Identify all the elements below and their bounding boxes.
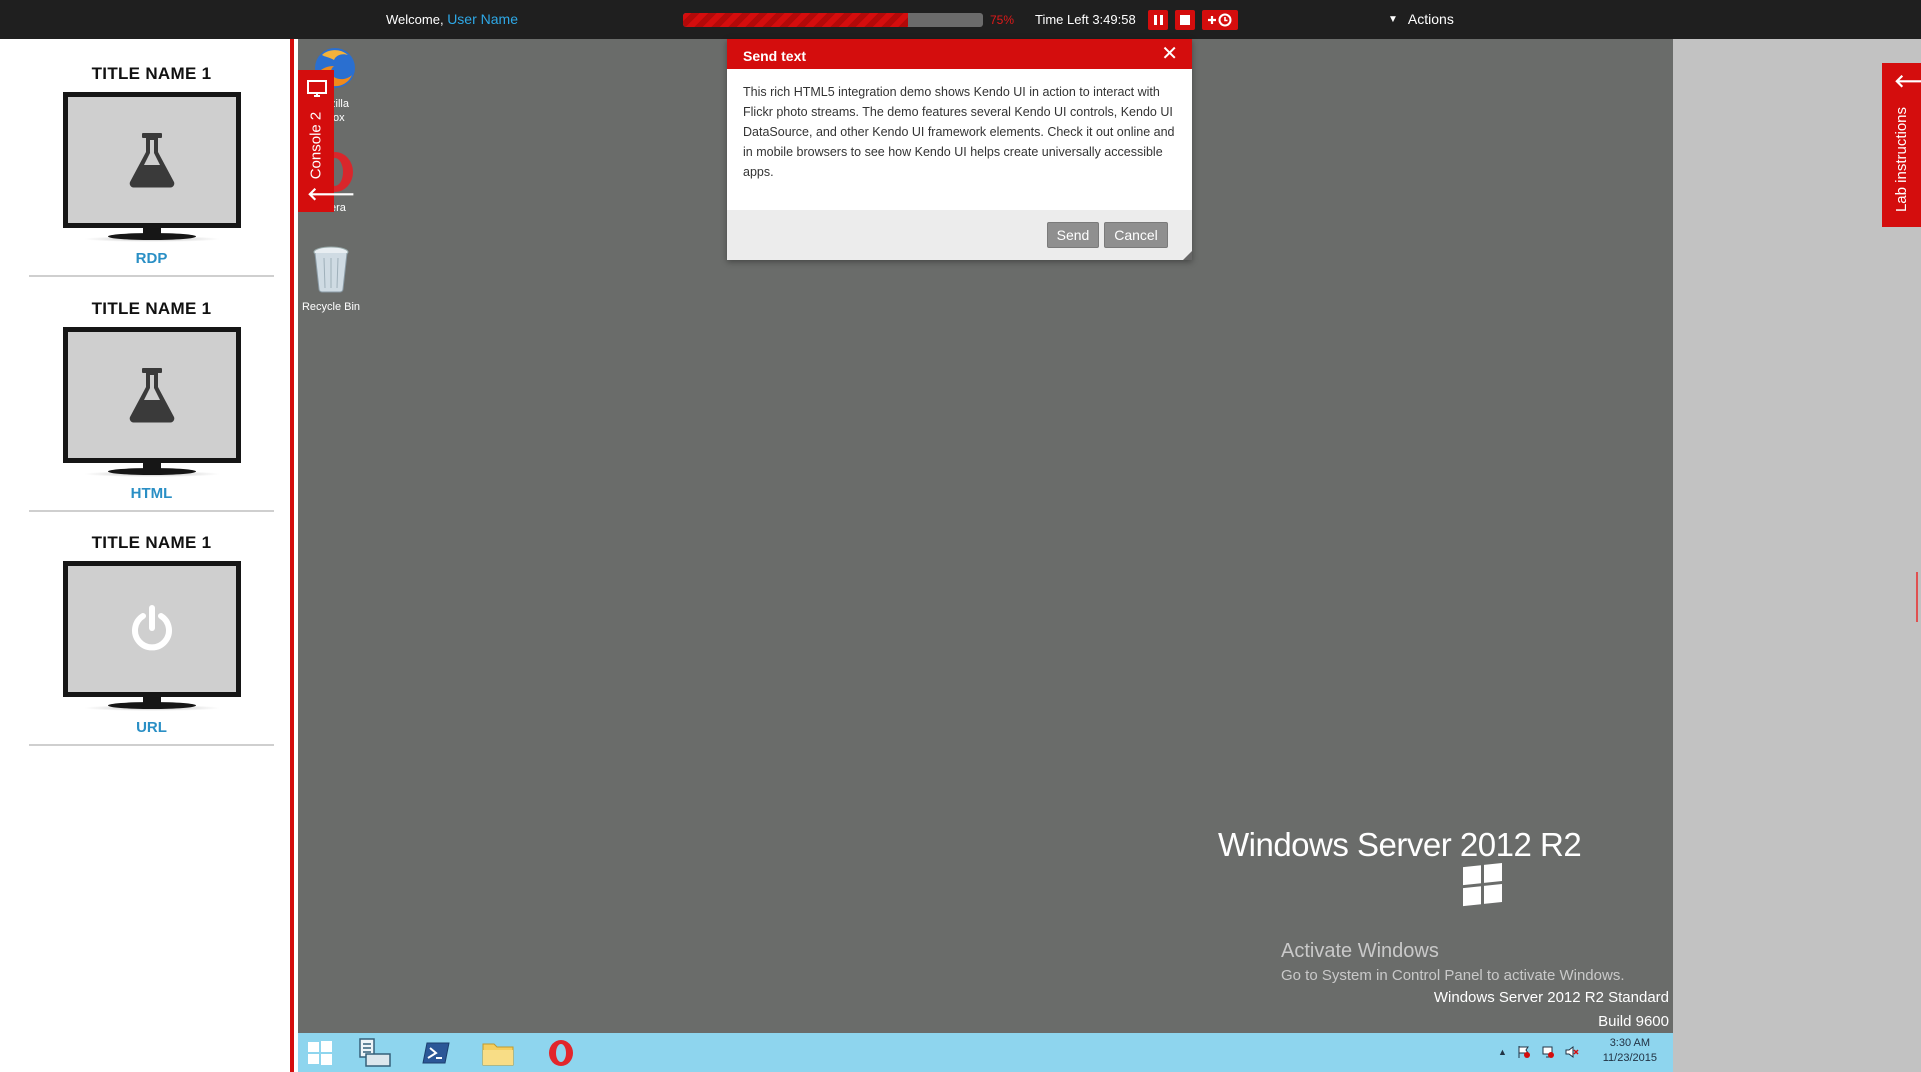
console-title: TITLE NAME 1 bbox=[91, 533, 212, 552]
stop-icon bbox=[1180, 15, 1190, 25]
windows-logo bbox=[1463, 863, 1503, 907]
action-center-flag-icon[interactable] bbox=[1517, 1045, 1531, 1059]
console-title: TITLE NAME 1 bbox=[91, 64, 212, 83]
windows-start-icon bbox=[308, 1041, 332, 1065]
pause-icon bbox=[1153, 15, 1163, 25]
caret-down-icon: ▼ bbox=[1388, 13, 1398, 25]
console-item-html[interactable]: TITLE NAME 1 HTML bbox=[29, 299, 274, 512]
lab-instructions-tab[interactable]: 🡐 Lab instructions bbox=[1882, 63, 1921, 227]
divider bbox=[29, 510, 274, 512]
console-type-label[interactable]: HTML bbox=[29, 485, 274, 502]
monitor-thumbnail[interactable] bbox=[62, 92, 241, 242]
app-root: Welcome, User Name 75% Time Left 3:49:58… bbox=[0, 0, 1921, 1072]
actions-menu[interactable]: ▼ Actions bbox=[1388, 11, 1454, 27]
windows-brand-text: Windows Server 2012 R2 bbox=[1218, 826, 1582, 863]
volume-muted-icon[interactable] bbox=[1565, 1045, 1579, 1059]
arrow-left-icon: 🡐 bbox=[307, 184, 356, 204]
time-left: Time Left 3:49:58 bbox=[1035, 12, 1136, 27]
arrow-left-icon: 🡐 bbox=[1894, 71, 1921, 91]
windows-edition: Windows Server 2012 R2 Standard bbox=[1433, 989, 1669, 1006]
divider bbox=[29, 275, 274, 277]
dialog-text[interactable]: This rich HTML5 integration demo shows K… bbox=[727, 69, 1192, 210]
recycle-bin-icon bbox=[313, 246, 349, 293]
console-sidebar: TITLE NAME 1 RDP TITLE NAME 1 HTML TITLE… bbox=[0, 39, 294, 1072]
desktop-icon-recycle-bin[interactable]: Recycle Bin bbox=[298, 244, 366, 314]
monitor-icon bbox=[307, 80, 327, 97]
windows-build: Build 9600 bbox=[1598, 1013, 1669, 1030]
console-type-label[interactable]: RDP bbox=[29, 250, 274, 267]
desktop-icon-label: Recycle Bin bbox=[301, 301, 361, 313]
close-icon[interactable]: ✕ bbox=[1161, 44, 1178, 64]
flask-icon bbox=[129, 133, 174, 188]
console-type-label[interactable]: URL bbox=[29, 719, 274, 736]
taskbar-opera[interactable] bbox=[541, 1037, 581, 1069]
console-tab-label: Console 2 bbox=[307, 111, 325, 179]
cancel-button[interactable]: Cancel bbox=[1104, 222, 1168, 248]
console-title: TITLE NAME 1 bbox=[91, 299, 212, 318]
divider bbox=[29, 744, 274, 746]
stop-button[interactable] bbox=[1175, 10, 1195, 30]
dialog-header: Send text ✕ bbox=[727, 39, 1192, 69]
taskbar-file-explorer[interactable] bbox=[478, 1037, 518, 1069]
server-manager-icon bbox=[359, 1038, 391, 1067]
clock-time: 3:30 AM bbox=[1609, 1037, 1651, 1049]
taskbar-clock[interactable]: 3:30 AM 11/23/2015 bbox=[1603, 1036, 1657, 1066]
progress-percent: 75% bbox=[990, 13, 1015, 27]
send-button[interactable]: Send bbox=[1047, 222, 1099, 248]
start-button[interactable] bbox=[300, 1037, 340, 1069]
opera-icon bbox=[549, 1040, 573, 1066]
flask-icon bbox=[129, 368, 174, 423]
actions-label: Actions bbox=[1407, 11, 1454, 27]
user-name-link[interactable]: User Name bbox=[447, 11, 518, 27]
activate-windows-text: Go to System in Control Panel to activat… bbox=[1281, 967, 1625, 984]
add-time-icon bbox=[1208, 13, 1232, 27]
taskbar-server-manager[interactable] bbox=[355, 1037, 395, 1069]
monitor-thumbnail[interactable] bbox=[62, 327, 241, 477]
pause-button[interactable] bbox=[1148, 10, 1168, 30]
show-hidden-icons-icon[interactable]: ▲ bbox=[1498, 1047, 1507, 1057]
extend-time-button[interactable] bbox=[1202, 10, 1238, 30]
powershell-icon bbox=[422, 1042, 450, 1064]
folder-icon bbox=[482, 1043, 514, 1066]
send-text-dialog: Send text ✕ This rich HTML5 integration … bbox=[727, 39, 1192, 260]
monitor-thumbnail[interactable] bbox=[62, 561, 241, 711]
console-switch-tab[interactable]: Console 2 🡐 bbox=[298, 70, 355, 212]
network-icon[interactable] bbox=[1541, 1045, 1555, 1059]
dialog-footer: Send Cancel bbox=[727, 210, 1192, 260]
time-progress-bar bbox=[683, 13, 983, 27]
power-icon bbox=[131, 605, 172, 651]
time-progress-fill bbox=[683, 13, 908, 27]
lab-instructions-label: Lab instructions bbox=[1893, 106, 1910, 212]
dialog-title: Send text bbox=[743, 48, 807, 64]
welcome-message: Welcome, User Name bbox=[386, 11, 518, 27]
top-bar: Welcome, User Name 75% Time Left 3:49:58… bbox=[0, 0, 1921, 39]
welcome-prefix: Welcome, bbox=[386, 12, 444, 27]
windows-taskbar: ▲ 3:30 AM 11/23/2015 bbox=[298, 1033, 1673, 1072]
clock-date: 11/23/2015 bbox=[1602, 1052, 1657, 1064]
taskbar-powershell[interactable] bbox=[416, 1037, 456, 1069]
activate-windows-title: Activate Windows bbox=[1281, 940, 1439, 962]
resize-handle[interactable] bbox=[1916, 572, 1918, 622]
resize-grip-icon[interactable] bbox=[1183, 251, 1192, 260]
console-item-rdp[interactable]: TITLE NAME 1 RDP bbox=[29, 64, 274, 277]
system-tray-icons: ▲ bbox=[1498, 1045, 1579, 1059]
console-item-url[interactable]: TITLE NAME 1 URL bbox=[29, 533, 274, 746]
